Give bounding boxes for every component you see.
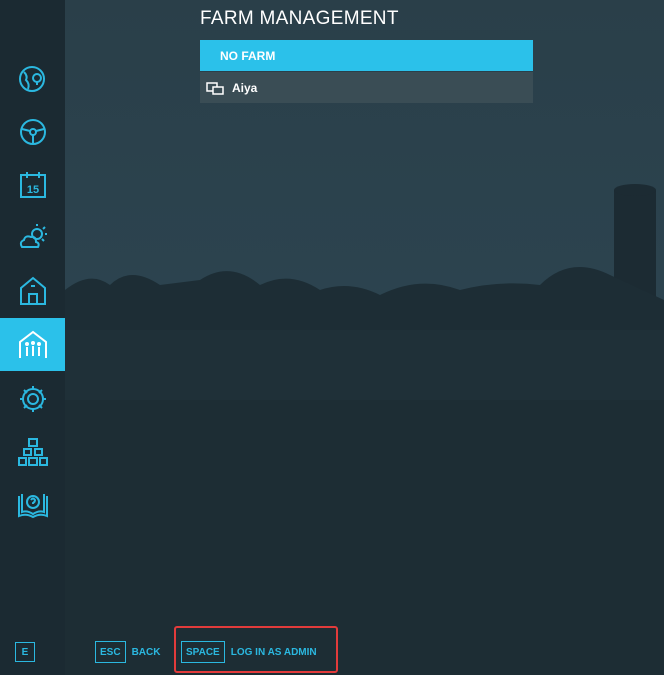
sidebar-item-farm[interactable] [0,264,65,317]
sidebar-item-weather[interactable] [0,211,65,264]
sidebar-item-farm-management[interactable] [0,318,65,371]
back-label: BACK [131,646,161,658]
farm-row-label: NO FARM [220,48,276,63]
production-chain-icon [17,437,48,466]
sidebar: 15 E [0,0,65,675]
sidebar-item-help[interactable] [0,478,65,531]
farm-row-no-farm[interactable]: NO FARM [200,40,533,71]
steering-wheel-icon [19,118,46,145]
back-button[interactable]: ESC BACK [95,640,160,664]
sidebar-item-settings[interactable] [0,372,65,425]
sidebar-item-vehicles[interactable] [0,105,65,158]
sidebar-item-production[interactable] [0,425,65,478]
farm-management-icon [18,330,47,358]
player-monitor-icon [206,81,224,95]
farm-building-icon [19,276,46,305]
farm-row-aiya[interactable]: Aiya [200,72,533,103]
calendar-day: 15 [26,184,38,196]
help-book-icon [17,493,48,518]
sidebar-item-calendar[interactable]: 15 [0,158,65,211]
gear-icon [19,385,46,412]
highlight-annotation [174,626,338,673]
calendar-icon: 15 [19,171,46,198]
sidebar-item-map[interactable] [0,52,65,105]
map-globe-icon [18,65,45,92]
farm-list: NO FARM Aiya [200,40,533,103]
esc-key: ESC [95,641,126,663]
e-key-hint: E [15,642,35,662]
page-title: FARM MANAGEMENT [200,8,399,29]
weather-icon [19,223,47,248]
farm-row-label: Aiya [232,80,258,95]
